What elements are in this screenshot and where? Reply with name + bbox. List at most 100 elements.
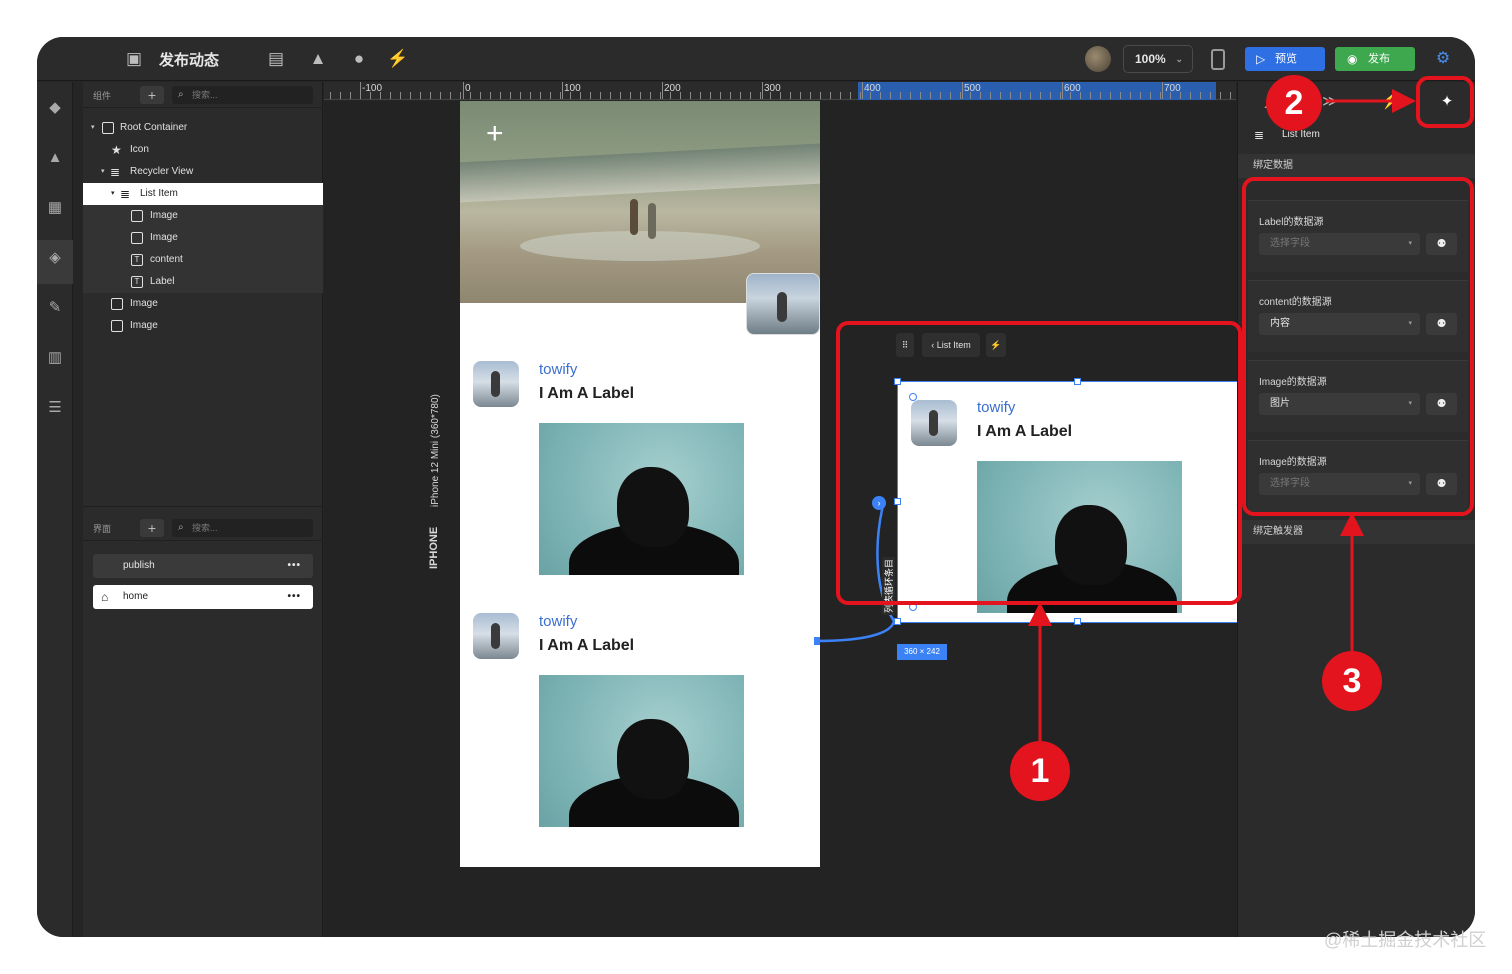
hammer-icon[interactable]: ✎ — [45, 298, 65, 318]
more-options-icon[interactable]: ••• — [287, 585, 301, 609]
device-frame: + towify I Am A Label towify I Am A Labe… — [460, 101, 820, 867]
card-title-label: I Am A Label — [539, 637, 635, 654]
tree-item-label: Image — [130, 298, 158, 309]
person-figure — [648, 203, 656, 239]
card-avatar-image[interactable] — [473, 361, 519, 407]
zoom-select[interactable]: 100% ⌄ — [1123, 45, 1193, 73]
hero-thumbnail-image[interactable] — [746, 273, 820, 335]
layers-icon[interactable]: ◈ — [45, 248, 65, 268]
tree-item-image[interactable]: Image — [83, 293, 323, 315]
phone-device-icon[interactable] — [1211, 49, 1225, 70]
bind-data-section-header: 绑定数据 — [1238, 154, 1475, 178]
lightning-icon[interactable]: ⚡ — [387, 48, 409, 70]
document-icon[interactable]: ▤ — [265, 48, 287, 70]
ruler-tick — [890, 92, 891, 99]
ruler-major-tick — [662, 82, 663, 99]
ruler-tick — [990, 92, 991, 99]
search-icon: ⌕ — [178, 522, 184, 533]
page-item-publish[interactable]: publish ••• — [93, 554, 313, 578]
ruler-tick — [700, 92, 701, 99]
ruler-tick — [440, 92, 441, 99]
tree-item-image[interactable]: Image — [83, 227, 323, 249]
tree-item-list-item[interactable]: ▾ ≣ List Item — [83, 183, 323, 205]
components-header: 组件 + ⌕ 搜索... — [83, 82, 323, 108]
water-shape — [520, 231, 760, 261]
ruler-tick — [850, 92, 851, 99]
add-component-button[interactable]: + — [140, 86, 164, 104]
card-photo-image[interactable] — [539, 675, 744, 827]
tree-item-image[interactable]: Image — [83, 315, 323, 337]
tree-item-label: Root Container — [120, 122, 188, 133]
tree-item-label[interactable]: T Label — [83, 271, 323, 293]
expand-arrow-icon[interactable]: ▾ — [101, 161, 105, 183]
ruler-label: 0 — [465, 83, 471, 94]
ruler-tick — [1000, 92, 1001, 99]
components-icon[interactable]: ▲ — [45, 148, 65, 168]
data-icon[interactable]: ▥ — [45, 348, 65, 368]
ruler-tick — [910, 92, 911, 99]
ruler-tick — [860, 92, 861, 99]
user-avatar[interactable] — [1085, 46, 1111, 72]
tree-item-recycler-view[interactable]: ▾ ≣ Recycler View — [83, 161, 323, 183]
expand-arrow-icon[interactable]: ▾ — [91, 117, 95, 139]
tree-item-label: content — [150, 254, 183, 265]
ruler-tick — [690, 92, 691, 99]
ruler-tick — [620, 92, 621, 99]
dashboard-icon[interactable]: ▦ — [45, 198, 65, 218]
hiker-figure — [777, 292, 787, 322]
card-photo-image[interactable] — [539, 423, 744, 575]
ruler-tick — [710, 92, 711, 99]
tree-item-icon[interactable]: ★ Icon — [83, 139, 323, 161]
ruler-tick — [800, 92, 801, 99]
resize-handle[interactable] — [1074, 618, 1081, 625]
settings-sliders-icon[interactable]: ⚙ — [1433, 49, 1453, 69]
ruler-tick — [1220, 92, 1221, 99]
publish-button[interactable]: ◉ 发布 — [1335, 47, 1415, 71]
ruler-tick — [640, 92, 641, 99]
page-search-input[interactable]: ⌕ 搜索... — [172, 519, 313, 537]
add-icon[interactable]: + — [486, 119, 504, 149]
circles-icon[interactable]: ● — [348, 48, 370, 70]
ruler-major-tick — [1062, 82, 1063, 99]
panel-divider[interactable] — [83, 506, 323, 507]
tree-item-label: Image — [150, 210, 178, 221]
hiker-figure — [491, 371, 500, 397]
ruler-tick — [550, 92, 551, 99]
tree-item-image[interactable]: Image — [83, 205, 323, 227]
ruler-tick — [900, 92, 901, 99]
expand-arrow-icon[interactable]: ▾ — [111, 183, 115, 205]
ruler-tick — [920, 92, 921, 99]
top-bar: ▣ 发布动态 ▤ ▲ ● ⚡ 100% ⌄ ▷ 预览 ◉ 发布 ⚙ — [37, 37, 1475, 81]
ruler-tick — [650, 92, 651, 99]
ruler-tick — [480, 92, 481, 99]
tree-item-content[interactable]: T content — [83, 249, 323, 271]
ruler-tick — [590, 92, 591, 99]
lightning-tab-icon[interactable]: ⚡ — [1378, 90, 1402, 114]
page-item-home[interactable]: ⌂ home ••• — [93, 585, 313, 609]
ruler-tick — [1210, 92, 1211, 99]
tree-item-root-container[interactable]: ▾ Root Container — [83, 117, 323, 139]
ruler-label: 500 — [964, 83, 981, 94]
sea-shape — [460, 142, 820, 204]
preview-button[interactable]: ▷ 预览 — [1245, 47, 1325, 71]
device-type-label: IPHONE — [428, 526, 440, 569]
ruler-tick — [340, 92, 341, 99]
ruler-tick — [1020, 92, 1021, 99]
card-avatar-image[interactable] — [473, 613, 519, 659]
sidebar-toggle-icon[interactable]: ▣ — [123, 48, 145, 70]
ruler-tick — [750, 92, 751, 99]
cube-icon[interactable]: ◆ — [45, 98, 65, 118]
more-options-icon[interactable]: ••• — [287, 554, 301, 578]
card-name-label: towify — [539, 361, 578, 378]
component-search-input[interactable]: ⌕ 搜索... — [172, 86, 313, 104]
add-page-button[interactable]: + — [140, 519, 164, 537]
tree-item-label: Icon — [130, 144, 149, 155]
list-icon[interactable]: ☰ — [45, 398, 65, 418]
ruler-tick — [930, 92, 931, 99]
image-icon — [111, 298, 123, 310]
hiker-figure — [491, 623, 500, 649]
page-search-placeholder: 搜索... — [192, 523, 218, 533]
ruler-tick — [450, 92, 451, 99]
ruler-tick — [760, 92, 761, 99]
triangle-icon[interactable]: ▲ — [307, 48, 329, 70]
